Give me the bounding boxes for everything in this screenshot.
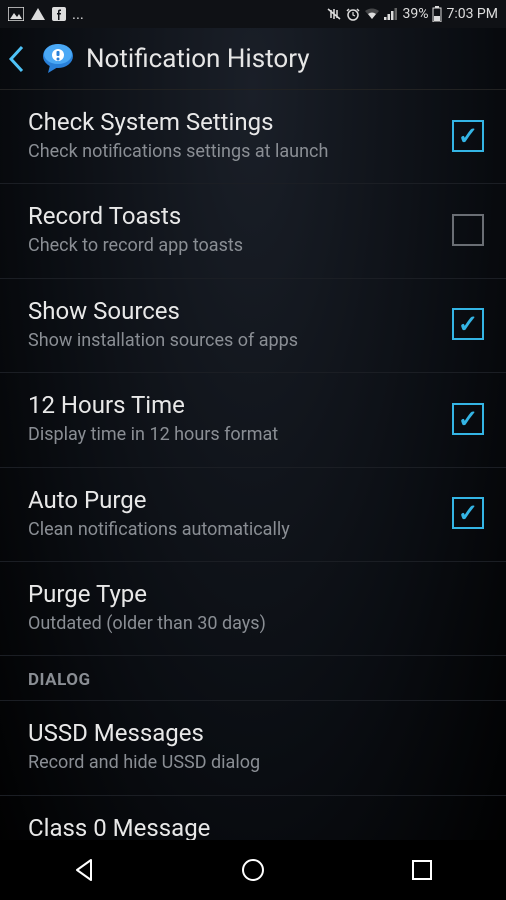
setting-subtitle: Check notifications settings at launch bbox=[28, 140, 436, 163]
setting-title: Record Toasts bbox=[28, 202, 436, 230]
back-button[interactable] bbox=[8, 45, 30, 73]
setting-show-sources[interactable]: Show Sources Show installation sources o… bbox=[0, 279, 506, 373]
setting-record-toasts[interactable]: Record Toasts Check to record app toasts… bbox=[0, 184, 506, 278]
setting-title: Purge Type bbox=[28, 580, 484, 608]
nav-recent-button[interactable] bbox=[400, 848, 444, 892]
facebook-icon bbox=[52, 7, 66, 21]
nav-back-button[interactable] bbox=[62, 848, 106, 892]
setting-title: USSD Messages bbox=[28, 719, 484, 747]
alarm-icon bbox=[346, 7, 360, 21]
status-right: 39% 7:03 PM bbox=[326, 6, 498, 22]
check-icon: ✓ bbox=[458, 310, 478, 338]
app-icon bbox=[38, 39, 78, 79]
setting-title: 12 Hours Time bbox=[28, 391, 436, 419]
setting-ussd-messages[interactable]: USSD Messages Record and hide USSD dialo… bbox=[0, 701, 506, 795]
nav-home-button[interactable] bbox=[231, 848, 275, 892]
battery-icon bbox=[432, 6, 442, 22]
status-ellipsis: ... bbox=[72, 5, 84, 23]
setting-title: Auto Purge bbox=[28, 486, 436, 514]
page-title: Notification History bbox=[86, 44, 310, 74]
check-icon: ✓ bbox=[458, 499, 478, 527]
status-bar: ... 39% 7:03 PM bbox=[0, 0, 506, 28]
app-bar: Notification History bbox=[0, 28, 506, 90]
setting-subtitle: Clean notifications automatically bbox=[28, 518, 436, 541]
nav-bar bbox=[0, 840, 506, 900]
setting-subtitle: Display time in 12 hours format bbox=[28, 423, 436, 446]
picture-icon bbox=[8, 7, 24, 21]
signal-icon bbox=[384, 8, 398, 20]
setting-12-hours-time[interactable]: 12 Hours Time Display time in 12 hours f… bbox=[0, 373, 506, 467]
vibrate-icon bbox=[326, 7, 342, 21]
check-icon: ✓ bbox=[458, 405, 478, 433]
setting-subtitle: Record and hide USSD dialog bbox=[28, 751, 484, 774]
check-icon: ✓ bbox=[458, 122, 478, 150]
setting-check-system-settings[interactable]: Check System Settings Check notification… bbox=[0, 90, 506, 184]
checkbox[interactable]: ✓ bbox=[452, 214, 484, 246]
wifi-icon bbox=[364, 8, 380, 20]
checkbox[interactable]: ✓ bbox=[452, 497, 484, 529]
section-header-dialog: DIALOG bbox=[0, 656, 506, 701]
setting-auto-purge[interactable]: Auto Purge Clean notifications automatic… bbox=[0, 468, 506, 562]
clock: 7:03 PM bbox=[446, 6, 498, 22]
setting-title: Check System Settings bbox=[28, 108, 436, 136]
settings-list: Check System Settings Check notification… bbox=[0, 90, 506, 866]
checkbox[interactable]: ✓ bbox=[452, 308, 484, 340]
checkbox[interactable]: ✓ bbox=[452, 120, 484, 152]
setting-purge-type[interactable]: Purge Type Outdated (older than 30 days) bbox=[0, 562, 506, 656]
setting-title: Class 0 Message bbox=[28, 814, 484, 842]
setting-title: Show Sources bbox=[28, 297, 436, 325]
setting-subtitle: Check to record app toasts bbox=[28, 234, 436, 257]
checkbox[interactable]: ✓ bbox=[452, 403, 484, 435]
status-left: ... bbox=[8, 5, 84, 23]
warning-icon bbox=[30, 7, 46, 21]
setting-subtitle: Outdated (older than 30 days) bbox=[28, 612, 484, 635]
setting-subtitle: Show installation sources of apps bbox=[28, 329, 436, 352]
battery-percent: 39% bbox=[402, 6, 428, 22]
